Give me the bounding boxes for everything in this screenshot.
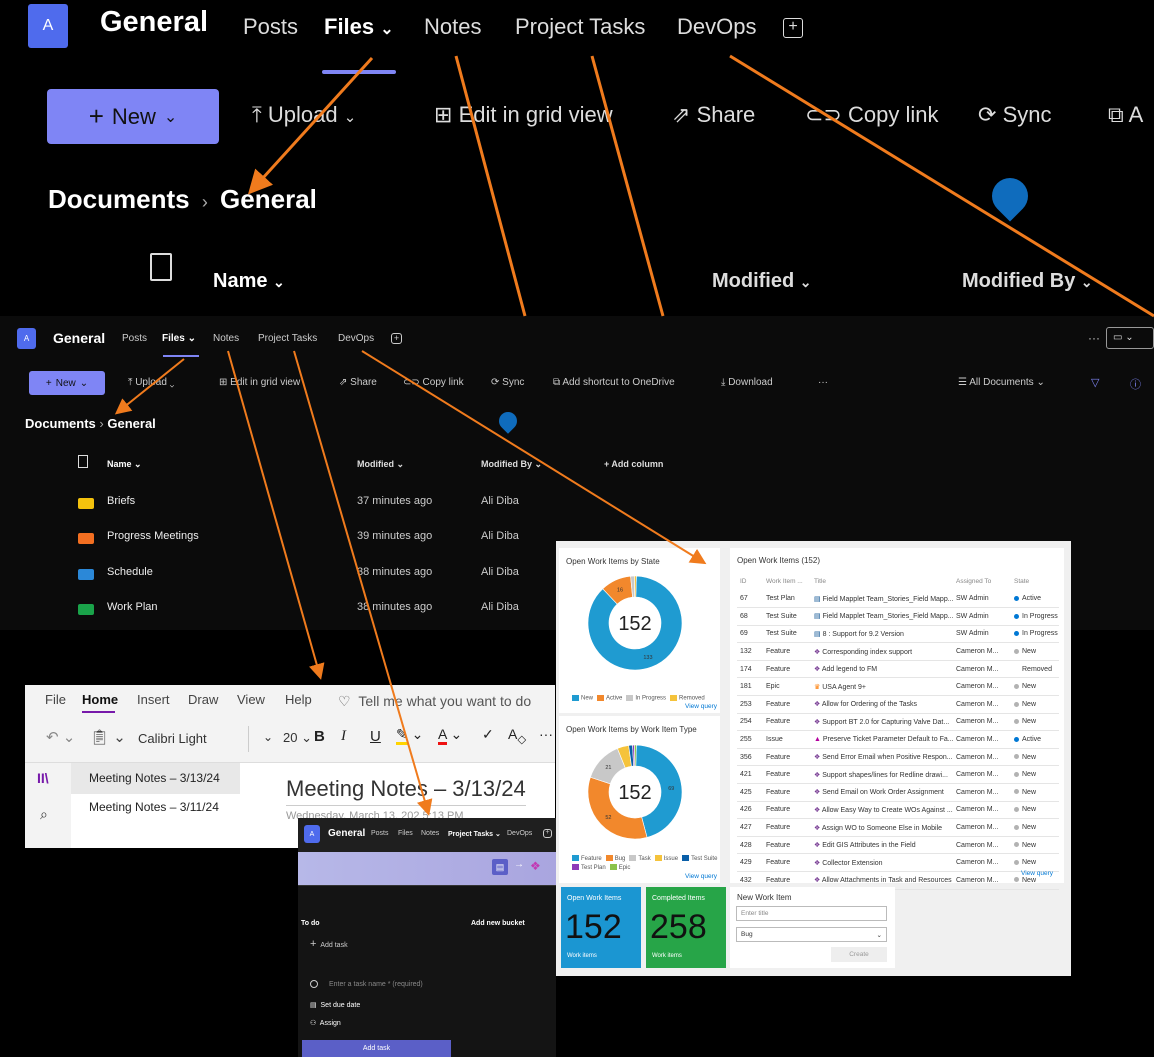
arrow-project-tasks-line — [590, 55, 665, 317]
arrow-files-to-breadcrumb — [247, 56, 374, 195]
arrow-files-to-breadcrumb-small — [114, 358, 185, 415]
arrow-tasks-to-planner — [293, 350, 433, 816]
annotation-arrows — [114, 54, 1154, 816]
collage-root: A General Posts Files ⌄ Notes Project Ta… — [0, 0, 1154, 1057]
arrow-devops-line — [729, 54, 1154, 318]
arrow-notes-to-onenote — [227, 350, 325, 680]
arrow-notes-line — [454, 55, 527, 317]
arrow-devops-to-dashboard — [361, 350, 707, 565]
